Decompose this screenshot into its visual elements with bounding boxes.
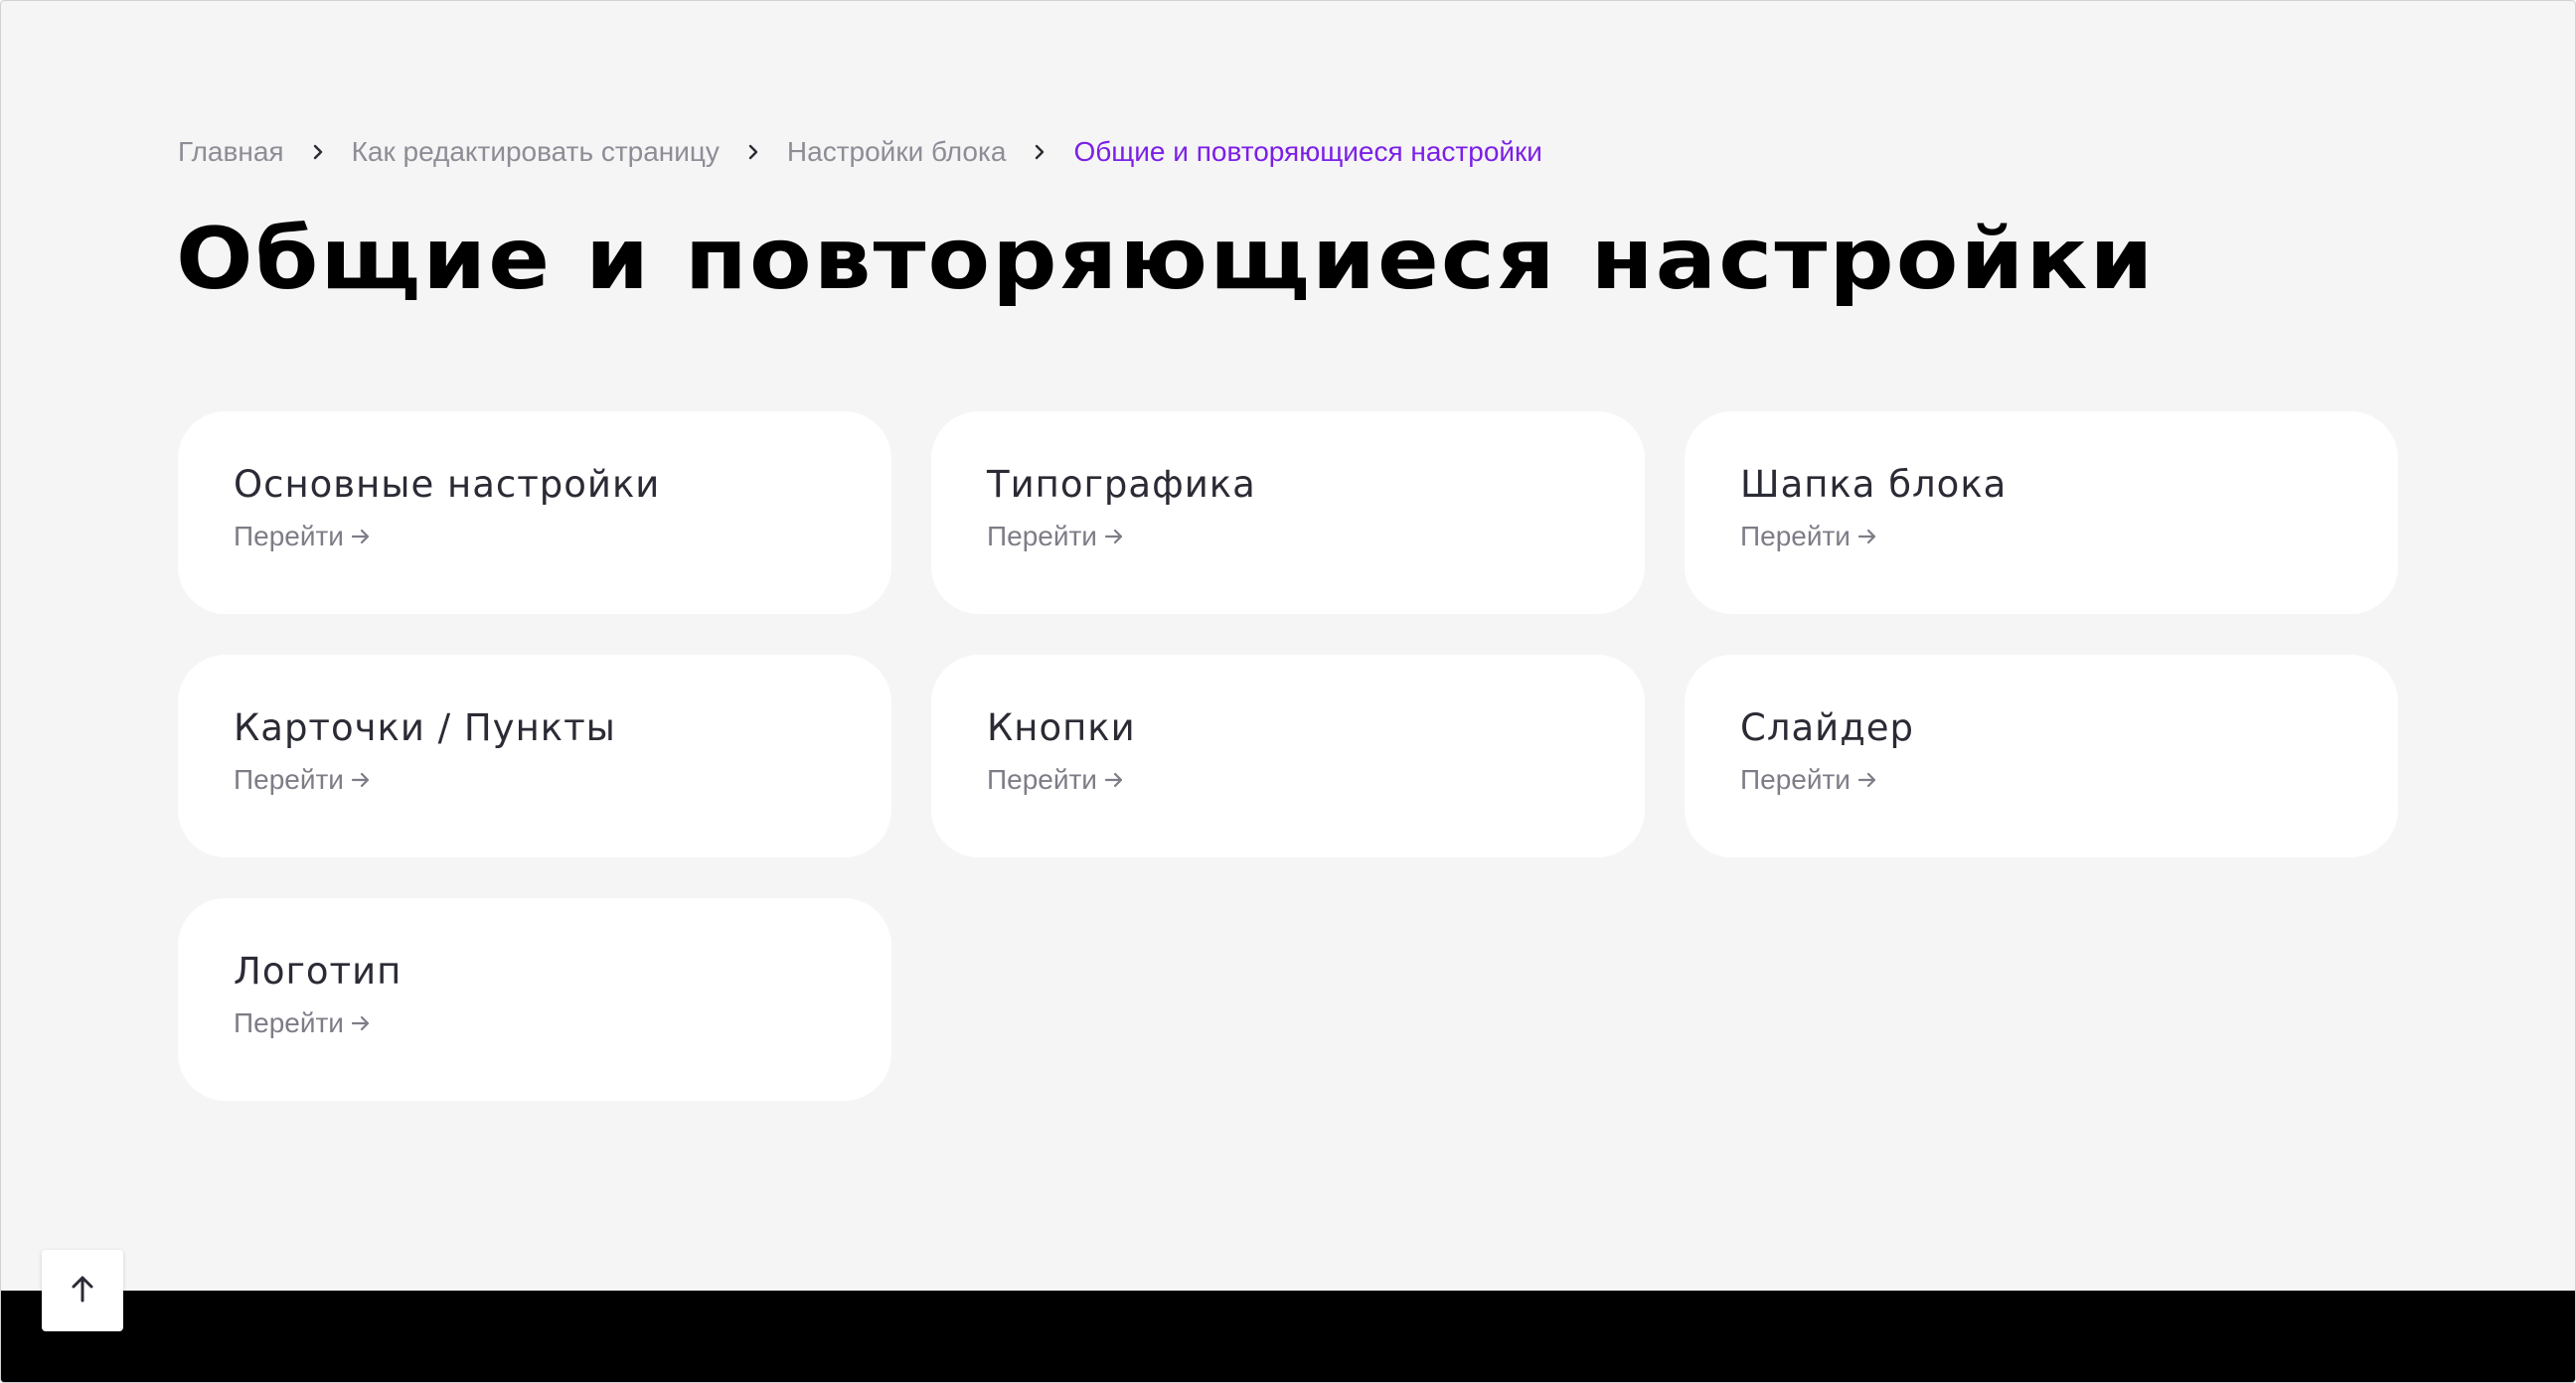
card-go-link[interactable]: Перейти (1740, 521, 1878, 552)
card-go-link[interactable]: Перейти (234, 1007, 372, 1039)
card-title: Слайдер (1740, 706, 1915, 749)
chevron-right-icon (745, 141, 761, 163)
arrow-right-icon (350, 769, 372, 791)
arrow-right-icon (1103, 769, 1125, 791)
chevron-right-icon (310, 141, 326, 163)
chevron-right-icon (1032, 141, 1047, 163)
card-title: Логотип (234, 950, 402, 993)
breadcrumb-item-how-to-edit[interactable]: Как редактировать страницу (352, 136, 720, 168)
card-go-link[interactable]: Перейти (1740, 764, 1878, 796)
footer-bar (1, 1291, 2575, 1382)
card-link-label: Перейти (987, 521, 1097, 551)
card-title: Карточки / Пункты (234, 706, 616, 749)
card-go-link[interactable]: Перейти (234, 764, 372, 796)
card-title: Кнопки (987, 706, 1136, 749)
page-frame: Главная Как редактировать страницу Настр… (0, 0, 2576, 1383)
card-main-settings[interactable]: Основные настройки Перейти (178, 411, 891, 614)
arrow-right-icon (350, 1012, 372, 1034)
card-go-link[interactable]: Перейти (234, 521, 372, 552)
breadcrumb-item-home[interactable]: Главная (178, 136, 284, 168)
arrow-right-icon (350, 526, 372, 547)
card-title: Основные настройки (234, 463, 661, 506)
card-go-link[interactable]: Перейти (987, 521, 1125, 552)
arrow-right-icon (1856, 769, 1878, 791)
card-buttons[interactable]: Кнопки Перейти (931, 655, 1645, 857)
card-logo[interactable]: Логотип Перейти (178, 898, 891, 1101)
card-link-label: Перейти (987, 764, 1097, 795)
breadcrumb: Главная Как редактировать страницу Настр… (178, 132, 1542, 172)
card-slider[interactable]: Слайдер Перейти (1685, 655, 2398, 857)
breadcrumb-current: Общие и повторяющиеся настройки (1073, 136, 1542, 167)
breadcrumb-item-block-settings[interactable]: Настройки блока (787, 136, 1007, 168)
card-cards-items[interactable]: Карточки / Пункты Перейти (178, 655, 891, 857)
arrow-right-icon (1103, 526, 1125, 547)
card-link-label: Перейти (1740, 521, 1851, 551)
page-title: Общие и повторяющиеся настройки (176, 210, 2156, 309)
card-go-link[interactable]: Перейти (987, 764, 1125, 796)
card-link-label: Перейти (234, 1007, 344, 1038)
settings-card-grid: Основные настройки Перейти Типографика П… (178, 411, 2398, 1101)
card-typography[interactable]: Типографика Перейти (931, 411, 1645, 614)
card-link-label: Перейти (234, 764, 344, 795)
card-block-header[interactable]: Шапка блока Перейти (1685, 411, 2398, 614)
card-title: Шапка блока (1740, 463, 2008, 506)
card-link-label: Перейти (1740, 764, 1851, 795)
arrow-right-icon (1856, 526, 1878, 547)
card-link-label: Перейти (234, 521, 344, 551)
card-title: Типографика (987, 463, 1256, 506)
arrow-up-icon (66, 1272, 99, 1310)
scroll-to-top-button[interactable] (42, 1250, 123, 1331)
